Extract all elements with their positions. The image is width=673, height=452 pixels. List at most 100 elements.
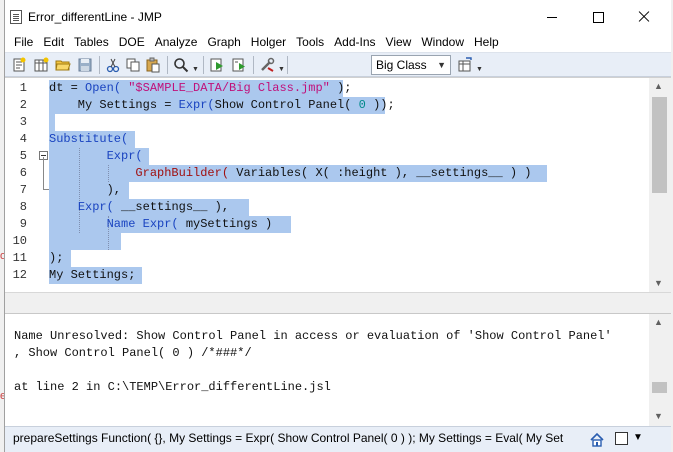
line-number: 6: [19, 166, 27, 180]
toolbar-separator: [253, 56, 254, 74]
log-line: , Show Control Panel( 0 ) /*###*/: [14, 346, 252, 360]
code-line: My Settings = Expr(Show Control Panel( 0…: [49, 97, 395, 114]
cut-icon[interactable]: [105, 57, 121, 73]
code-token: );: [49, 251, 64, 265]
code-line: GraphBuilder( Variables( X( :height ), _…: [49, 165, 532, 182]
menu-tools[interactable]: Tools: [291, 33, 329, 52]
toolbar: ▼ ▼ Big Class ▼ ▼: [5, 52, 671, 77]
run-script-icon[interactable]: [209, 57, 225, 73]
line-number: 3: [19, 115, 27, 129]
search-dropdown-icon[interactable]: ▼: [192, 66, 199, 73]
menu-view[interactable]: View: [381, 33, 417, 52]
chevron-down-icon[interactable]: ▼: [633, 432, 643, 443]
debug-icon[interactable]: [231, 57, 247, 73]
line-number: 12: [12, 268, 27, 282]
title-bar[interactable]: Error_differentLine - JMP: [5, 0, 671, 33]
close-button[interactable]: [621, 0, 667, 33]
selection-highlight: [49, 114, 55, 131]
line-number: 4: [19, 132, 27, 146]
menu-graph[interactable]: Graph: [202, 33, 245, 52]
menu-doe[interactable]: DOE: [114, 33, 150, 52]
table-icon[interactable]: [457, 57, 473, 73]
toolbar-separator: [287, 56, 288, 74]
editor-vertical-scrollbar[interactable]: ▲ ▼: [649, 78, 671, 292]
paste-icon[interactable]: [145, 57, 161, 73]
log-pane[interactable]: Name Unresolved: Show Control Panel in a…: [5, 314, 671, 426]
code-line: Expr(: [49, 148, 143, 165]
script-window: Error_differentLine - JMP File Edit Tabl…: [4, 0, 671, 452]
code-token: mySettings ): [178, 217, 273, 231]
save-icon[interactable]: [77, 57, 93, 73]
code-token: Expr(: [77, 200, 114, 214]
script-editor[interactable]: 1 2 3 4 5 6 7 8 9 10 11 12 dt = Open( "$SAMPLE_DATA…: [5, 77, 671, 292]
tools-dropdown-icon[interactable]: ▼: [278, 66, 285, 73]
selection-highlight: [49, 233, 121, 250]
menu-file[interactable]: File: [9, 33, 38, 52]
window-list-checkbox[interactable]: [615, 432, 628, 445]
status-text: prepareSettings Function( {}, My Setting…: [13, 431, 564, 445]
pane-splitter[interactable]: [5, 292, 671, 314]
line-number: 9: [19, 217, 27, 231]
code-line: My Settings;: [49, 267, 135, 284]
code-token: __settings__ ),: [113, 200, 230, 214]
code-token: dt =: [49, 81, 86, 95]
toolbar-separator: [203, 56, 204, 74]
code-token: Show Control Panel(: [214, 98, 359, 112]
code-token: GraphBuilder(: [135, 166, 230, 180]
copy-icon[interactable]: [125, 57, 141, 73]
line-number: 10: [12, 234, 27, 248]
table-dropdown-icon[interactable]: ▼: [476, 66, 483, 73]
home-icon[interactable]: [589, 432, 605, 448]
status-bar: prepareSettings Function( {}, My Setting…: [5, 426, 671, 452]
line-number: 1: [19, 81, 27, 95]
log-line: at line 2 in C:\TEMP\Error_differentLine…: [14, 380, 331, 394]
maximize-button[interactable]: [575, 0, 621, 33]
search-icon[interactable]: [173, 57, 189, 73]
menu-window[interactable]: Window: [416, 33, 469, 52]
fold-guide: [43, 157, 44, 189]
open-folder-icon[interactable]: [55, 57, 71, 73]
menu-add-ins[interactable]: Add-Ins: [329, 33, 380, 52]
minimize-button[interactable]: [529, 0, 575, 33]
tools-icon[interactable]: [259, 57, 275, 73]
log-line: Name Unresolved: Show Control Panel in a…: [14, 329, 612, 343]
new-script-icon[interactable]: [11, 57, 27, 73]
code-token: ),: [49, 183, 122, 197]
log-vertical-scrollbar[interactable]: ▲ ▼: [649, 314, 671, 426]
code-token: ));: [365, 98, 395, 112]
menu-edit[interactable]: Edit: [38, 33, 69, 52]
chevron-down-icon: ▼: [437, 60, 446, 70]
code-line: Name Expr( mySettings ): [49, 216, 273, 233]
code-token: Variables( X( :height ), __settings__ ) …: [229, 166, 532, 180]
toolbar-separator: [99, 56, 100, 74]
menu-holger[interactable]: Holger: [246, 33, 291, 52]
line-number: 7: [19, 183, 27, 197]
scrollbar-thumb[interactable]: [652, 97, 667, 193]
scroll-up-icon[interactable]: ▲: [654, 317, 663, 327]
code-token: "$SAMPLE_DATA/Big Class.jmp": [128, 81, 330, 95]
menu-bar: File Edit Tables DOE Analyze Graph Holge…: [5, 33, 671, 52]
code-token: My Settings;: [49, 268, 136, 282]
code-token: 0: [358, 98, 366, 112]
scroll-down-icon[interactable]: ▼: [654, 411, 663, 421]
scrollbar-thumb[interactable]: [652, 382, 667, 393]
scroll-up-icon[interactable]: ▲: [654, 81, 663, 91]
code-line: );: [49, 250, 63, 267]
line-number: 2: [19, 98, 27, 112]
new-data-table-icon[interactable]: [33, 57, 49, 73]
menu-tables[interactable]: Tables: [69, 33, 114, 52]
code-line: Substitute(: [49, 131, 128, 148]
data-table-select-value: Big Class: [376, 58, 427, 72]
toolbar-separator: [167, 56, 168, 74]
line-number: 5: [19, 149, 27, 163]
code-token: Name Expr(: [106, 217, 179, 231]
data-table-select[interactable]: Big Class ▼: [371, 55, 451, 75]
menu-analyze[interactable]: Analyze: [150, 33, 203, 52]
menu-help[interactable]: Help: [469, 33, 504, 52]
code-token: );: [329, 81, 352, 95]
scroll-down-icon[interactable]: ▼: [654, 278, 663, 288]
code-area[interactable]: dt = Open( "$SAMPLE_DATA/Big Class.jmp" …: [49, 78, 649, 292]
